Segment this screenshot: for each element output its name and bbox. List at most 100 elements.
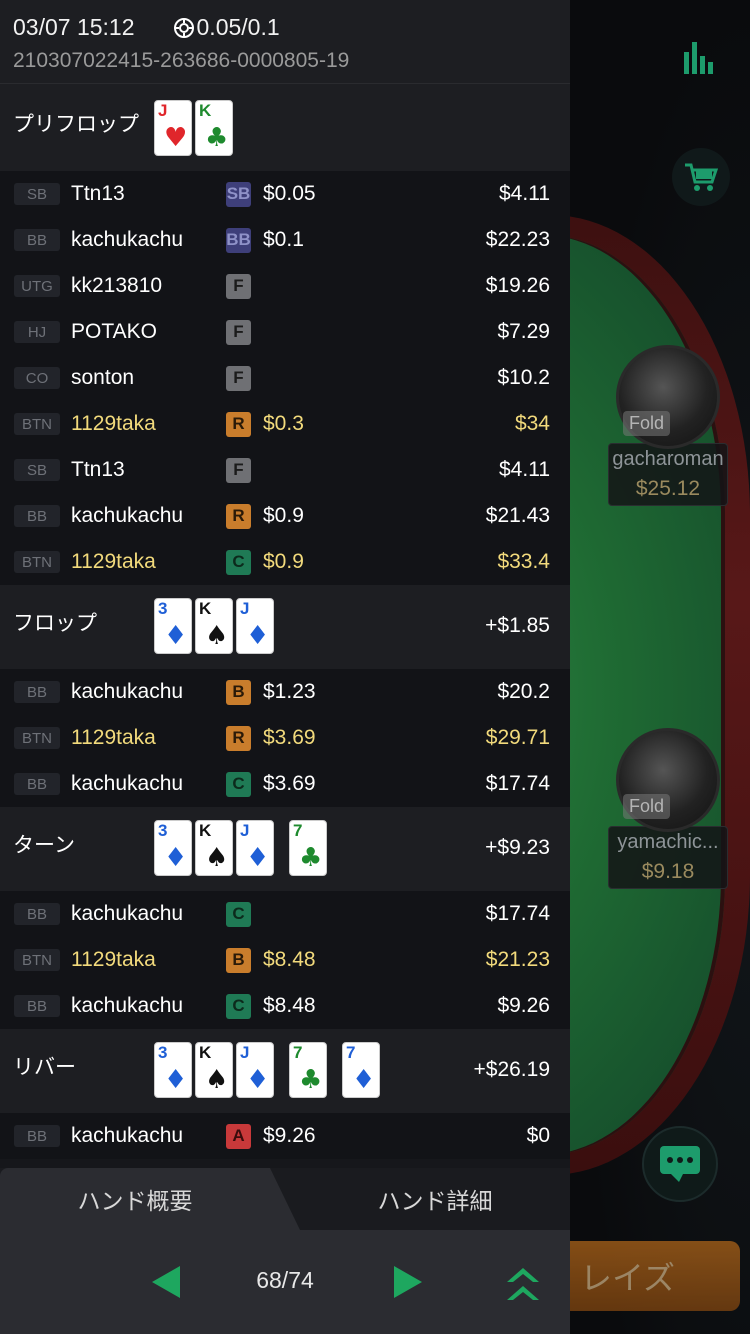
card-rank: J <box>240 821 250 840</box>
action-badge: C <box>226 549 251 575</box>
action-badge: A <box>226 1123 251 1149</box>
position-badge: BTN <box>14 949 60 971</box>
action-row: BB kachukachu C $3.69 $17.74 <box>0 761 570 807</box>
card-rank: J <box>240 599 250 618</box>
card-rank: J <box>158 101 168 120</box>
player-name: kachukachu <box>71 228 184 251</box>
player-name: kachukachu <box>71 994 184 1017</box>
position-badge: SB <box>14 183 60 205</box>
action-amount: $0.05 <box>263 182 316 205</box>
playing-card: 7 ♣ <box>289 1042 327 1098</box>
cart-icon[interactable] <box>672 148 730 206</box>
stats-icon[interactable] <box>680 38 722 78</box>
position-badge: BB <box>14 505 60 527</box>
chat-icon[interactable] <box>642 1126 718 1202</box>
card-rank: K <box>199 821 212 840</box>
street-header-flop: フロップ 3 ♦ K ♠ J ♦ +$1.85 <box>0 585 570 669</box>
fold-badge: Fold <box>623 411 671 436</box>
action-row: BTN 1129taka R $0.3 $34 <box>0 401 570 447</box>
next-hand-button[interactable] <box>388 1262 428 1302</box>
board-cards: 3 ♦ K ♠ J ♦ 7 ♣ 7 ♦ <box>154 1042 383 1098</box>
prev-hand-button[interactable] <box>146 1262 186 1302</box>
street-pot: +$1.85 <box>485 614 550 637</box>
action-badge: BB <box>226 227 251 253</box>
position-badge: BTN <box>14 727 60 749</box>
collapse-chevron-icon[interactable] <box>503 1260 543 1306</box>
playing-card: J ♦ <box>236 598 274 654</box>
card-suit-icon: ♠ <box>205 621 229 651</box>
player-stack: $7.29 <box>497 320 550 343</box>
action-row: BB kachukachu B $1.23 $20.2 <box>0 669 570 715</box>
player-name: kachukachu <box>71 902 184 925</box>
action-badge: R <box>226 725 251 751</box>
seat-plate: gacharoman $25.12 <box>608 443 728 506</box>
playing-card: 3 ♦ <box>154 598 192 654</box>
action-badge: R <box>226 503 251 529</box>
action-row: BB kachukachu C $17.74 <box>0 891 570 937</box>
avatar: Fold <box>616 345 720 449</box>
avatar: Fold <box>616 728 720 832</box>
action-badge: B <box>226 947 251 973</box>
card-suit-icon: ♣ <box>205 123 229 153</box>
position-badge: BTN <box>14 413 60 435</box>
action-badge: C <box>226 901 251 927</box>
player-name: kachukachu <box>71 504 184 527</box>
card-suit-icon: ♣ <box>299 1065 323 1095</box>
card-suit-icon: ♦ <box>164 843 188 873</box>
action-badge: C <box>226 993 251 1019</box>
raise-button[interactable]: レイズ <box>560 1241 740 1311</box>
card-suit-icon: ♦ <box>164 621 188 651</box>
playing-card: J ♦ <box>236 820 274 876</box>
action-amount: $0.3 <box>263 412 304 435</box>
action-row: BTN 1129taka C $0.9 $33.4 <box>0 539 570 585</box>
hand-id: 210307022415-263686-0000805-19 <box>13 49 350 72</box>
card-suit-icon: ♦ <box>352 1065 376 1095</box>
hand-datetime: 03/07 15:12 <box>13 14 135 40</box>
card-rank: K <box>199 1043 212 1062</box>
player-stack: $20.2 <box>497 680 550 703</box>
action-row: BB kachukachu C $8.48 $9.26 <box>0 983 570 1029</box>
action-row: BTN 1129taka R $3.69 $29.71 <box>0 715 570 761</box>
card-rank: 7 <box>293 1043 303 1062</box>
board-cards: 3 ♦ K ♠ J ♦ <box>154 598 277 654</box>
street-header-preflop: プリフロップ J ♥ K ♣ <box>0 84 570 171</box>
position-badge: SB <box>14 459 60 481</box>
action-row: CO sonton F $10.2 <box>0 355 570 401</box>
card-suit-icon: ♦ <box>164 1065 188 1095</box>
player-stack: $4.11 <box>499 458 550 481</box>
card-rank: 3 <box>158 599 168 618</box>
seat-stack: $9.18 <box>641 860 695 883</box>
street-title: ターン <box>13 833 75 857</box>
player-name: Ttn13 <box>71 182 125 205</box>
action-row: UTG kk213810 F $19.26 <box>0 263 570 309</box>
seat-yamachic[interactable]: Fold yamachic... $9.18 <box>608 728 728 889</box>
player-stack: $34 <box>514 412 550 435</box>
tab-hand-summary[interactable]: ハンド概要 <box>0 1168 300 1230</box>
action-row: SB Ttn13 F $4.11 <box>0 447 570 493</box>
hand-header: 03/07 15:12 0.05/0.1 210307022415-263686… <box>0 0 570 84</box>
player-name: kachukachu <box>71 1124 184 1147</box>
position-badge: UTG <box>14 275 60 297</box>
position-badge: BB <box>14 995 60 1017</box>
player-stack: $17.74 <box>485 902 550 925</box>
position-badge: CO <box>14 367 60 389</box>
card-suit-icon: ♦ <box>246 1065 270 1095</box>
action-badge: SB <box>226 181 251 207</box>
action-amount: $3.69 <box>263 726 316 749</box>
tab-hand-detail[interactable]: ハンド詳細 <box>300 1168 570 1230</box>
action-amount: $9.26 <box>263 1124 316 1147</box>
action-badge: F <box>226 319 251 345</box>
card-suit-icon: ♥ <box>164 123 188 153</box>
player-stack: $21.23 <box>485 948 550 971</box>
action-badge: R <box>226 411 251 437</box>
hand-navigation: 68/74 <box>0 1230 570 1334</box>
seat-gacharoman[interactable]: Fold gacharoman $25.12 <box>608 345 728 506</box>
card-suit-icon: ♠ <box>205 1065 229 1095</box>
player-stack: $17.74 <box>485 772 550 795</box>
action-amount: $3.69 <box>263 772 316 795</box>
player-name: 1129taka <box>71 550 156 573</box>
player-stack: $10.2 <box>497 366 550 389</box>
position-badge: BB <box>14 1125 60 1147</box>
playing-card: K ♠ <box>195 1042 233 1098</box>
card-rank: 7 <box>293 821 303 840</box>
